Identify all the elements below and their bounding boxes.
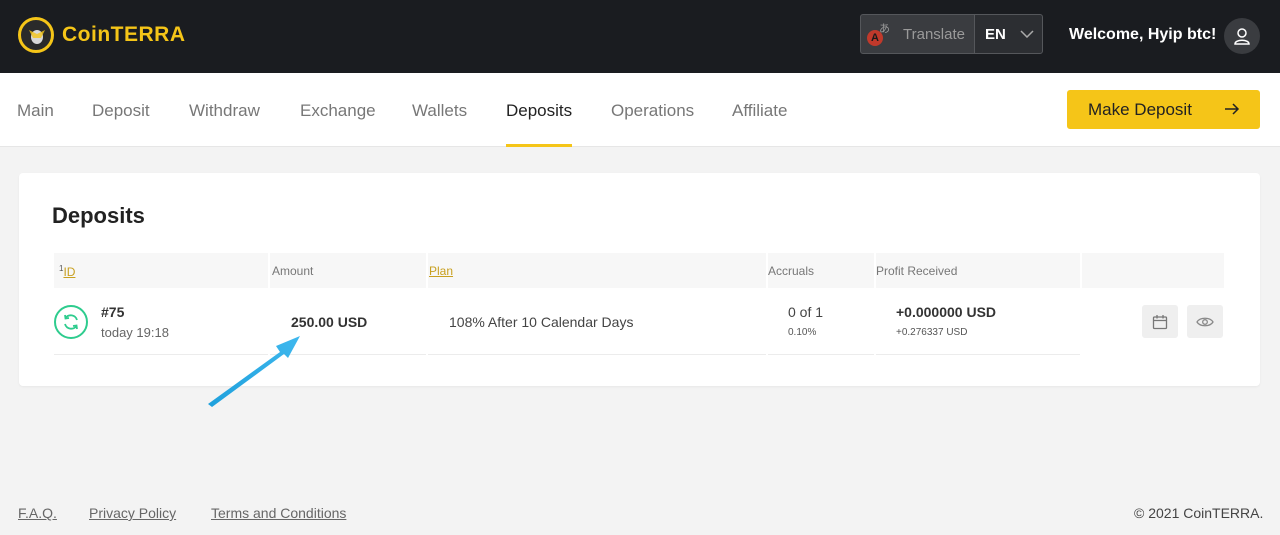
nav-item-main[interactable]: Main	[17, 101, 54, 147]
welcome-text: Welcome, Hyip btc!	[1069, 26, 1217, 43]
user-icon	[1234, 28, 1250, 45]
footer-link-terms[interactable]: Terms and Conditions	[211, 505, 346, 521]
nav-item-deposit[interactable]: Deposit	[92, 101, 150, 147]
annotation-arrow-icon	[208, 336, 300, 407]
cell-actions	[1082, 288, 1224, 355]
deposit-time: today 19:18	[101, 325, 169, 340]
nav-item-operations[interactable]: Operations	[611, 101, 694, 147]
table-header: 1ID Amount Plan Accruals Profit Received	[54, 253, 1224, 288]
eye-icon	[1196, 317, 1214, 326]
chevron-down-icon	[1020, 30, 1034, 38]
nav-item-exchange[interactable]: Exchange	[300, 101, 376, 147]
footer-link-faq[interactable]: F.A.Q.	[18, 505, 57, 521]
user-menu-button[interactable]	[1224, 18, 1260, 54]
deposit-plan: 108% After 10 Calendar Days	[449, 314, 634, 330]
make-deposit-button[interactable]: Make Deposit	[1067, 90, 1260, 129]
page-title: Deposits	[52, 203, 145, 228]
footer-link-privacy[interactable]: Privacy Policy	[89, 505, 176, 521]
copyright: © 2021 CoinTERRA.	[1134, 505, 1264, 521]
calendar-icon	[1152, 314, 1168, 329]
column-header-accruals: Accruals	[768, 253, 874, 288]
make-deposit-label: Make Deposit	[1088, 99, 1192, 119]
cell-plan: 108% After 10 Calendar Days	[428, 288, 766, 355]
view-button[interactable]	[1187, 305, 1223, 338]
translate-label: Translate	[903, 25, 965, 43]
nav-item-deposits[interactable]: Deposits	[506, 101, 573, 147]
language-value: EN	[985, 25, 1006, 43]
top-header: CoinTERRA あ A Translate EN Welcome, Hyip…	[0, 0, 1280, 73]
translate-button[interactable]: あ A Translate	[860, 14, 975, 54]
column-header-amount: Amount	[270, 253, 426, 288]
translate-icon: あ A	[867, 20, 895, 48]
accruals-rate: 0.10%	[788, 327, 817, 338]
arrow-right-icon	[1225, 103, 1240, 115]
language-select[interactable]: EN	[974, 14, 1043, 54]
accruals-count: 0 of 1	[788, 304, 824, 320]
cell-profit: +0.000000 USD +0.276337 USD	[876, 288, 1080, 355]
deposit-id: #75	[101, 304, 125, 320]
logo-icon	[18, 17, 54, 53]
profit-received: +0.000000 USD	[896, 304, 997, 320]
profit-expected: +0.276337 USD	[896, 327, 968, 338]
nav-item-affiliate[interactable]: Affiliate	[732, 101, 787, 147]
cell-accruals: 0 of 1 0.10%	[768, 288, 874, 355]
column-header-profit: Profit Received	[876, 253, 1080, 288]
calendar-button[interactable]	[1142, 305, 1178, 338]
nav-item-wallets[interactable]: Wallets	[412, 101, 467, 147]
main-nav: Main Deposit Withdraw Exchange Wallets D…	[0, 73, 1280, 147]
column-header-id[interactable]: 1ID	[54, 253, 268, 288]
brand-name: CoinTERRA	[62, 23, 186, 46]
brand-logo[interactable]: CoinTERRA	[18, 17, 186, 53]
sort-by-id-link[interactable]: ID	[63, 265, 75, 279]
sort-by-plan-link[interactable]: Plan	[429, 264, 453, 278]
column-header-plan[interactable]: Plan	[428, 253, 766, 288]
nav-item-withdraw[interactable]: Withdraw	[189, 101, 260, 147]
refresh-icon	[54, 305, 88, 339]
column-header-actions	[1082, 253, 1224, 288]
deposit-amount: 250.00 USD	[291, 314, 368, 330]
